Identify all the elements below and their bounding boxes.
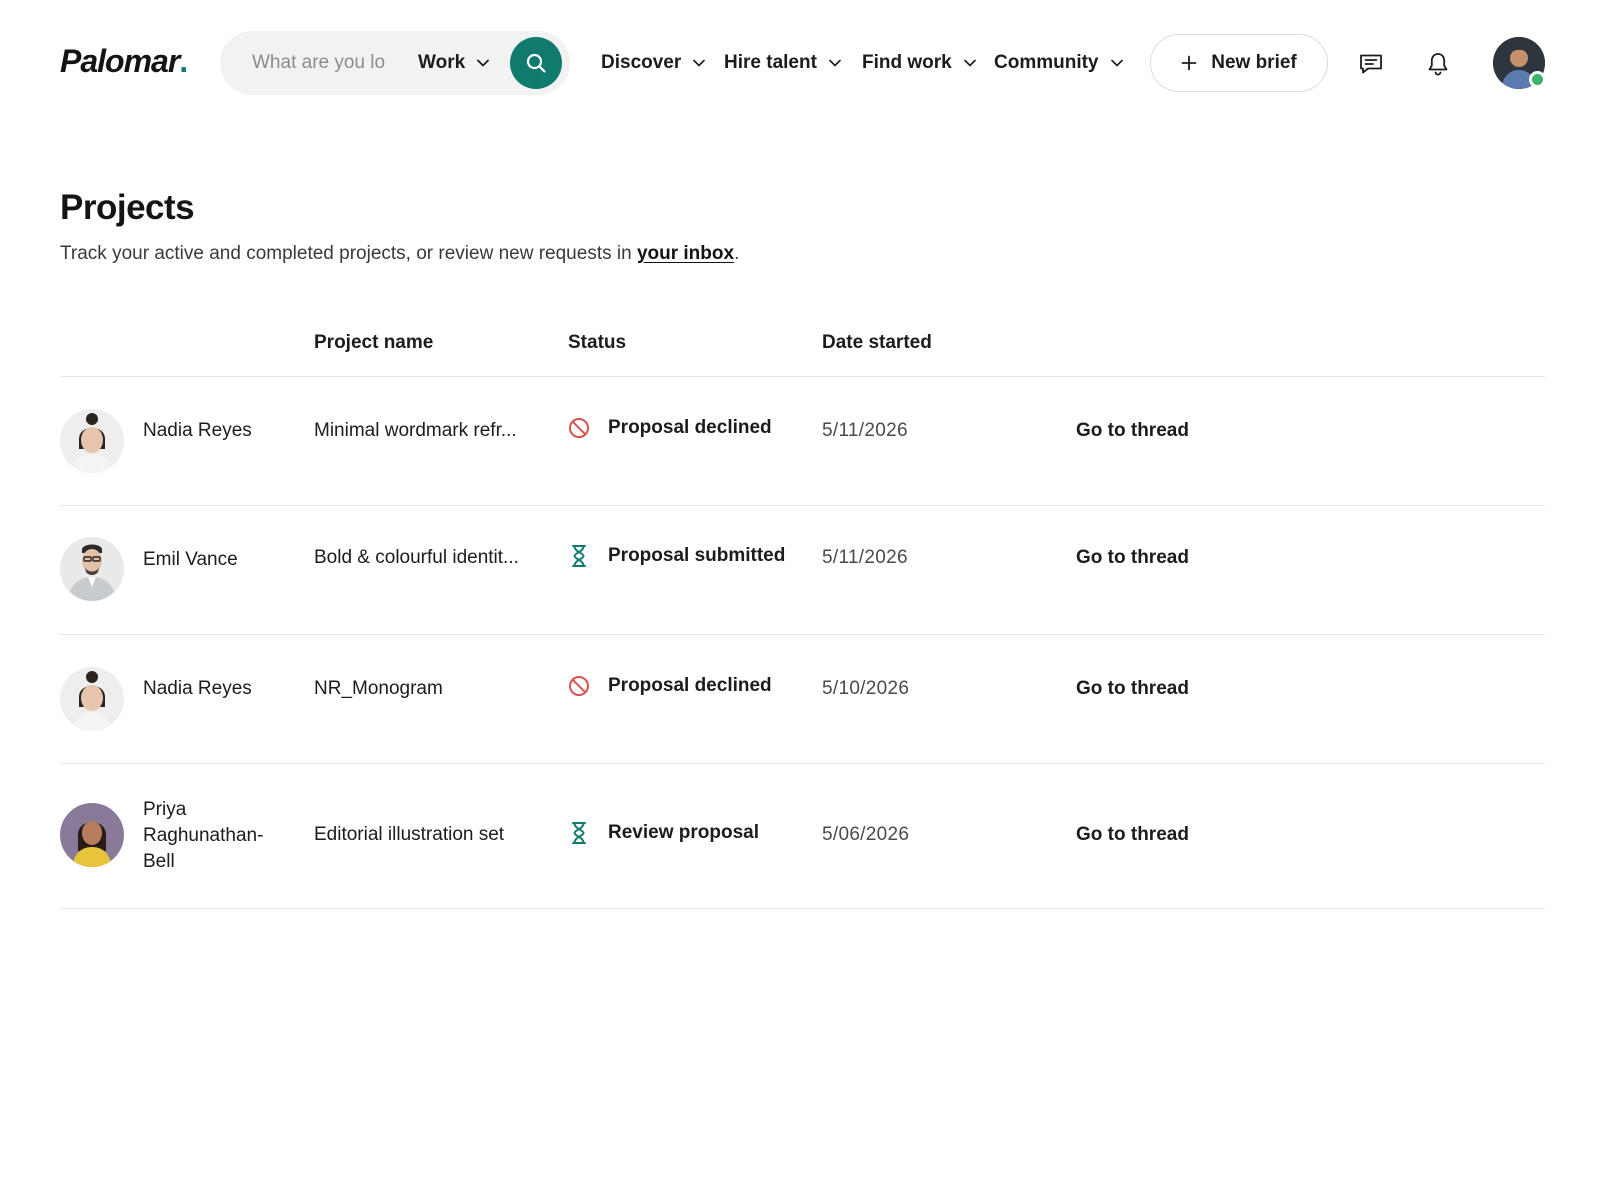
- date-started: 5/11/2026: [822, 420, 908, 441]
- search-bar: Work: [220, 31, 570, 95]
- new-brief-button[interactable]: New brief: [1150, 34, 1328, 92]
- status-badge: Proposal submitted: [568, 544, 785, 568]
- nav-find-work[interactable]: Find work: [862, 48, 976, 78]
- subtitle-period: .: [734, 243, 740, 264]
- date-started: 5/10/2026: [822, 678, 910, 699]
- nav-community-label: Community: [994, 52, 1099, 73]
- chevron-down-icon: [477, 59, 490, 67]
- table-row: Emil Vance Bold & colourful identit... P…: [0, 506, 1600, 634]
- go-to-thread-link[interactable]: Go to thread: [1076, 824, 1189, 846]
- table-row: Priya Raghunathan-Bell Editorial illustr…: [0, 764, 1600, 908]
- go-to-thread-link[interactable]: Go to thread: [1076, 420, 1189, 442]
- project-name[interactable]: Bold & colourful identit...: [314, 547, 544, 569]
- table-row: Nadia Reyes Minimal wordmark refr... Pro…: [0, 377, 1600, 505]
- nav-discover-label: Discover: [601, 52, 682, 73]
- chevron-down-icon: [829, 59, 841, 67]
- messages-button[interactable]: [1355, 48, 1387, 80]
- search-category-label: Work: [418, 52, 466, 73]
- chat-icon: [1360, 54, 1382, 74]
- column-header-date-started: Date started: [822, 332, 932, 353]
- plus-icon: [1181, 55, 1197, 71]
- nav-hire-talent-label: Hire talent: [724, 52, 817, 73]
- search-input[interactable]: [252, 51, 392, 75]
- search-icon: [526, 53, 546, 73]
- online-status-dot: [1529, 71, 1546, 88]
- date-started: 5/11/2026: [822, 547, 908, 568]
- go-to-thread-link[interactable]: Go to thread: [1076, 547, 1189, 569]
- page-subtitle: Track your active and completed projects…: [60, 243, 739, 265]
- client-avatar: [60, 537, 124, 601]
- declined-icon: [569, 676, 589, 696]
- brand-logo[interactable]: Palomar.: [60, 43, 188, 80]
- inbox-link[interactable]: your inbox: [637, 243, 734, 264]
- column-header-status: Status: [568, 332, 627, 353]
- status-badge: Review proposal: [568, 821, 759, 845]
- date-started: 5/06/2026: [822, 824, 910, 845]
- status-label: Review proposal: [608, 822, 759, 843]
- search-category-dropdown[interactable]: Work: [418, 49, 490, 77]
- search-button[interactable]: [510, 37, 562, 89]
- bell-icon: [1428, 53, 1448, 76]
- notifications-button[interactable]: [1422, 48, 1454, 80]
- page-title: Projects: [60, 188, 195, 227]
- client-avatar: [60, 409, 124, 473]
- status-label: Proposal declined: [608, 675, 772, 696]
- status-badge: Proposal declined: [568, 675, 772, 697]
- client-avatar: [60, 667, 124, 731]
- top-navigation-bar: Palomar. Work Discover Hire talent Find …: [0, 0, 1600, 128]
- go-to-thread-link[interactable]: Go to thread: [1076, 678, 1189, 700]
- client-avatar: [60, 803, 124, 867]
- client-name: Nadia Reyes: [143, 678, 252, 699]
- new-brief-label: New brief: [1211, 52, 1297, 73]
- status-badge: Proposal declined: [568, 417, 772, 439]
- client-name: Priya Raghunathan-Bell: [143, 799, 264, 872]
- nav-community[interactable]: Community: [994, 48, 1123, 78]
- subtitle-text: Track your active and completed projects…: [60, 243, 637, 264]
- declined-icon: [569, 418, 589, 438]
- hourglass-icon: [572, 545, 586, 567]
- project-name[interactable]: NR_Monogram: [314, 678, 544, 700]
- nav-hire-talent[interactable]: Hire talent: [724, 48, 841, 78]
- status-label: Proposal declined: [608, 417, 772, 438]
- nav-find-work-label: Find work: [862, 52, 952, 73]
- project-name[interactable]: Minimal wordmark refr...: [314, 420, 544, 442]
- column-header-project-name: Project name: [314, 332, 434, 353]
- hourglass-icon: [572, 822, 586, 844]
- status-label: Proposal submitted: [608, 545, 786, 566]
- chevron-down-icon: [693, 59, 706, 67]
- chevron-down-icon: [963, 59, 976, 67]
- user-avatar[interactable]: [1493, 37, 1546, 89]
- client-name: Nadia Reyes: [143, 420, 252, 441]
- chevron-down-icon: [1110, 59, 1123, 67]
- client-name: Emil Vance: [143, 549, 238, 570]
- nav-discover[interactable]: Discover: [601, 48, 706, 78]
- table-row: Nadia Reyes NR_Monogram Proposal decline…: [0, 635, 1600, 763]
- table-bottom-divider: [60, 908, 1545, 909]
- project-name[interactable]: Editorial illustration set: [314, 824, 544, 846]
